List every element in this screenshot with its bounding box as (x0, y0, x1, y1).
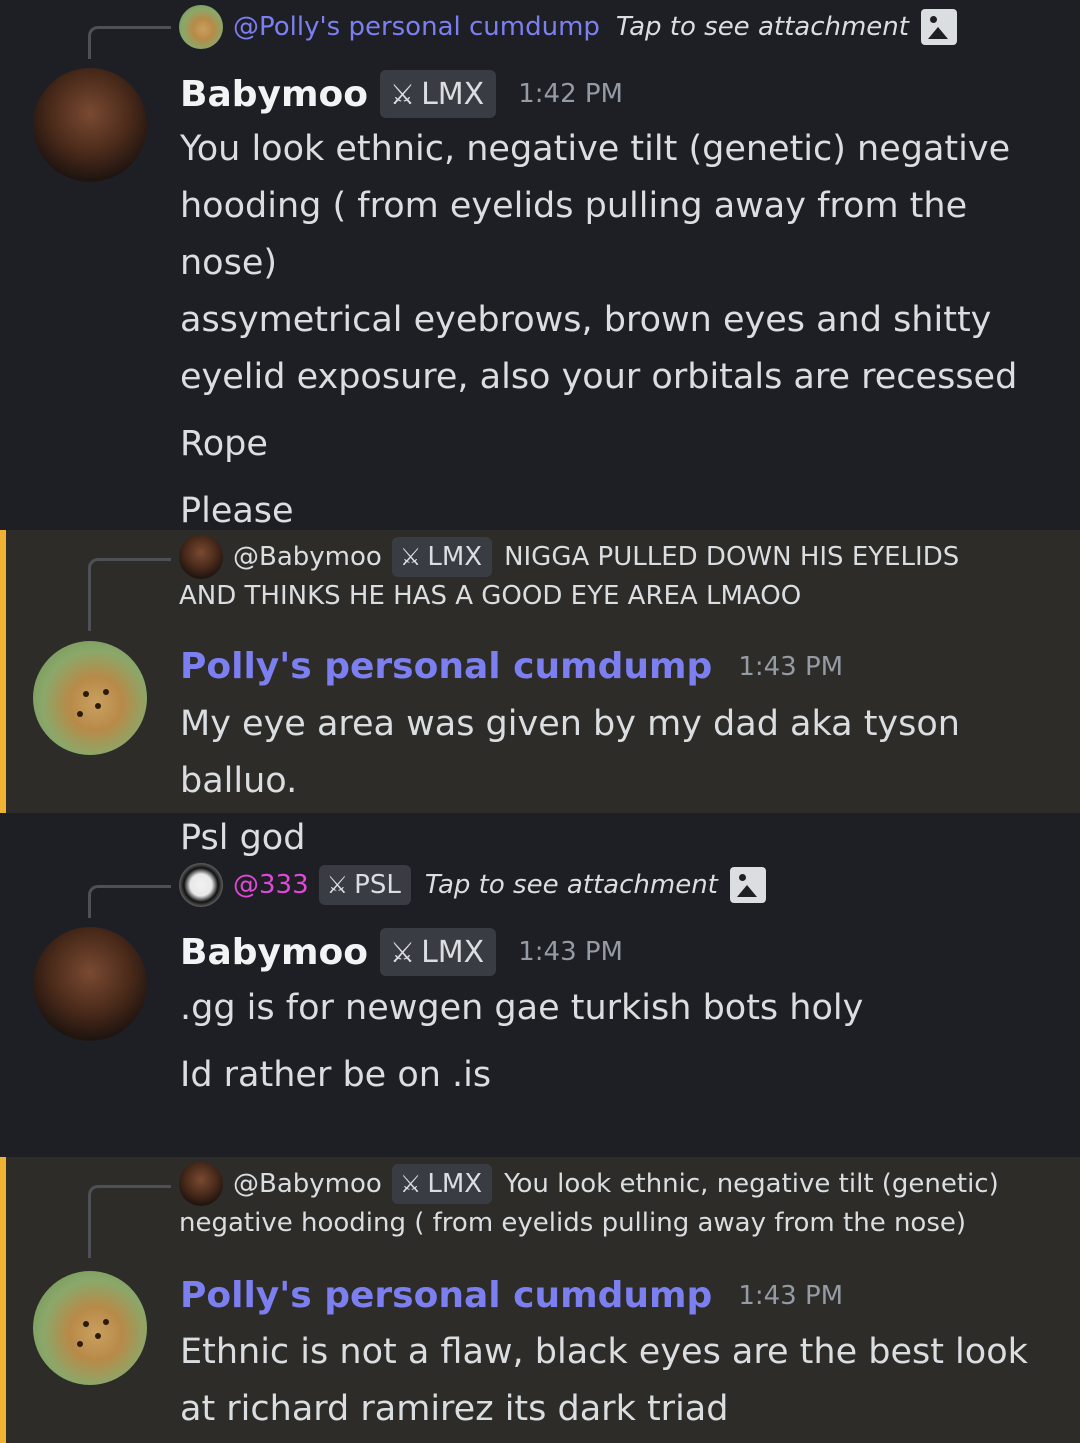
attachment-link[interactable]: Tap to see attachment (616, 12, 909, 42)
role-label: LMX (427, 1169, 483, 1199)
333-avatar-mini (179, 863, 223, 907)
message-2-mention: @Babymoo ⚔ LMX NIGGA PULLED DOWN HIS EYELID… (0, 530, 1080, 858)
message-line: Rope (180, 424, 268, 464)
message-header: Polly's personal cumdump 1:43 PM (180, 1275, 843, 1316)
role-tag[interactable]: ⚔ LMX (379, 928, 497, 976)
reply-connector (88, 26, 171, 59)
message-header: Babymoo ⚔ LMX 1:43 PM (180, 928, 623, 976)
message-header: Polly's personal cumdump 1:43 PM (180, 646, 843, 687)
reply-connector (88, 558, 171, 631)
reply-connector (88, 1185, 171, 1258)
attachment-link[interactable]: Tap to see attachment (425, 870, 718, 900)
sword-icon: ⚔ (389, 935, 416, 969)
reply-snippet: AND THINKS HE HAS A GOOD EYE AREA LMAOO (179, 581, 802, 611)
message-line: You look ethnic, negative tilt (genetic)… (180, 129, 1011, 169)
sword-icon: ⚔ (399, 543, 422, 571)
username[interactable]: Polly's personal cumdump (180, 1275, 712, 1316)
sword-icon: ⚔ (326, 871, 349, 899)
reply-snippet: negative hooding ( from eyelids pulling … (179, 1208, 967, 1238)
image-icon[interactable] (729, 867, 766, 903)
message-line: .gg is for newgen gae turkish bots holy (180, 988, 864, 1028)
timestamp: 1:43 PM (518, 937, 623, 967)
avatar-babymoo[interactable] (33, 927, 147, 1041)
sword-icon: ⚔ (389, 77, 416, 111)
message-line: at richard ramirez its dark triad (180, 1389, 729, 1429)
message-line: My eye area was given by my dad aka tyso… (180, 704, 960, 801)
reply-handle[interactable]: @Babymoo (233, 542, 382, 572)
role-tag[interactable]: ⚔ PSL (318, 865, 411, 905)
message-line: Id rather be on .is (180, 1055, 492, 1095)
role-tag[interactable]: ⚔ LMX (391, 537, 493, 577)
reply-snippet: You look ethnic, negative tilt (genetic) (504, 1169, 999, 1199)
message-body: Ethnic is not a flaw, black eyes are the… (180, 1324, 1050, 1438)
reply-preview[interactable]: @Babymoo ⚔ LMX NIGGA PULLED DOWN HIS EYELID… (179, 535, 1050, 617)
message-line: eyelid exposure, also your orbitals are … (180, 357, 1018, 397)
role-tag[interactable]: ⚔ LMX (379, 70, 497, 118)
avatar-babymoo[interactable] (33, 68, 147, 182)
role-label: LMX (427, 542, 483, 572)
message-4-mention: @Babymoo ⚔ LMX You look ethnic, negative ti… (0, 1157, 1080, 1443)
avatar-polly[interactable] (33, 1271, 147, 1385)
message-header: Babymoo ⚔ LMX 1:42 PM (180, 70, 623, 118)
message-line: hooding ( from eyelids pulling away from… (180, 186, 968, 283)
avatar-polly[interactable] (33, 641, 147, 755)
timestamp: 1:43 PM (738, 1280, 844, 1311)
message-1: @Polly's personal cumdump Tap to see atta… (0, 0, 1080, 531)
reply-connector (88, 885, 171, 918)
timestamp: 1:43 PM (738, 651, 844, 682)
sword-icon: ⚔ (399, 1170, 422, 1198)
reply-snippet: NIGGA PULLED DOWN HIS EYELIDS (504, 542, 960, 572)
babymoo-avatar-mini (179, 535, 223, 579)
reply-handle[interactable]: @Babymoo (233, 1169, 382, 1199)
message-body: You look ethnic, negative tilt (genetic)… (180, 121, 1050, 540)
reply-preview[interactable]: @Babymoo ⚔ LMX You look ethnic, negative ti… (179, 1162, 1050, 1244)
cheetah-avatar-mini (179, 5, 223, 49)
image-icon[interactable] (920, 9, 957, 45)
username[interactable]: Babymoo (180, 74, 368, 115)
timestamp: 1:42 PM (518, 79, 623, 109)
reply-preview[interactable]: @Polly's personal cumdump Tap to see atta… (179, 5, 1050, 49)
username[interactable]: Babymoo (180, 932, 368, 973)
reply-handle[interactable]: @Polly's personal cumdump (233, 12, 600, 42)
message-3: @333 ⚔ PSL Tap to see attachment Babymoo ⚔ LM… (0, 813, 1080, 1157)
message-line: Ethnic is not a flaw, black eyes are the… (180, 1332, 1028, 1372)
role-label: PSL (354, 870, 401, 900)
username[interactable]: Polly's personal cumdump (180, 646, 712, 687)
reply-preview[interactable]: @333 ⚔ PSL Tap to see attachment (179, 863, 1050, 907)
reply-handle[interactable]: @333 (233, 870, 309, 900)
role-label: LMX (421, 76, 485, 112)
message-body: .gg is for newgen gae turkish bots holy … (180, 980, 1050, 1104)
role-label: LMX (421, 934, 485, 970)
message-line: assymetrical eyebrows, brown eyes and sh… (180, 300, 992, 340)
role-tag[interactable]: ⚔ LMX (391, 1164, 493, 1204)
babymoo-avatar-mini (179, 1162, 223, 1206)
